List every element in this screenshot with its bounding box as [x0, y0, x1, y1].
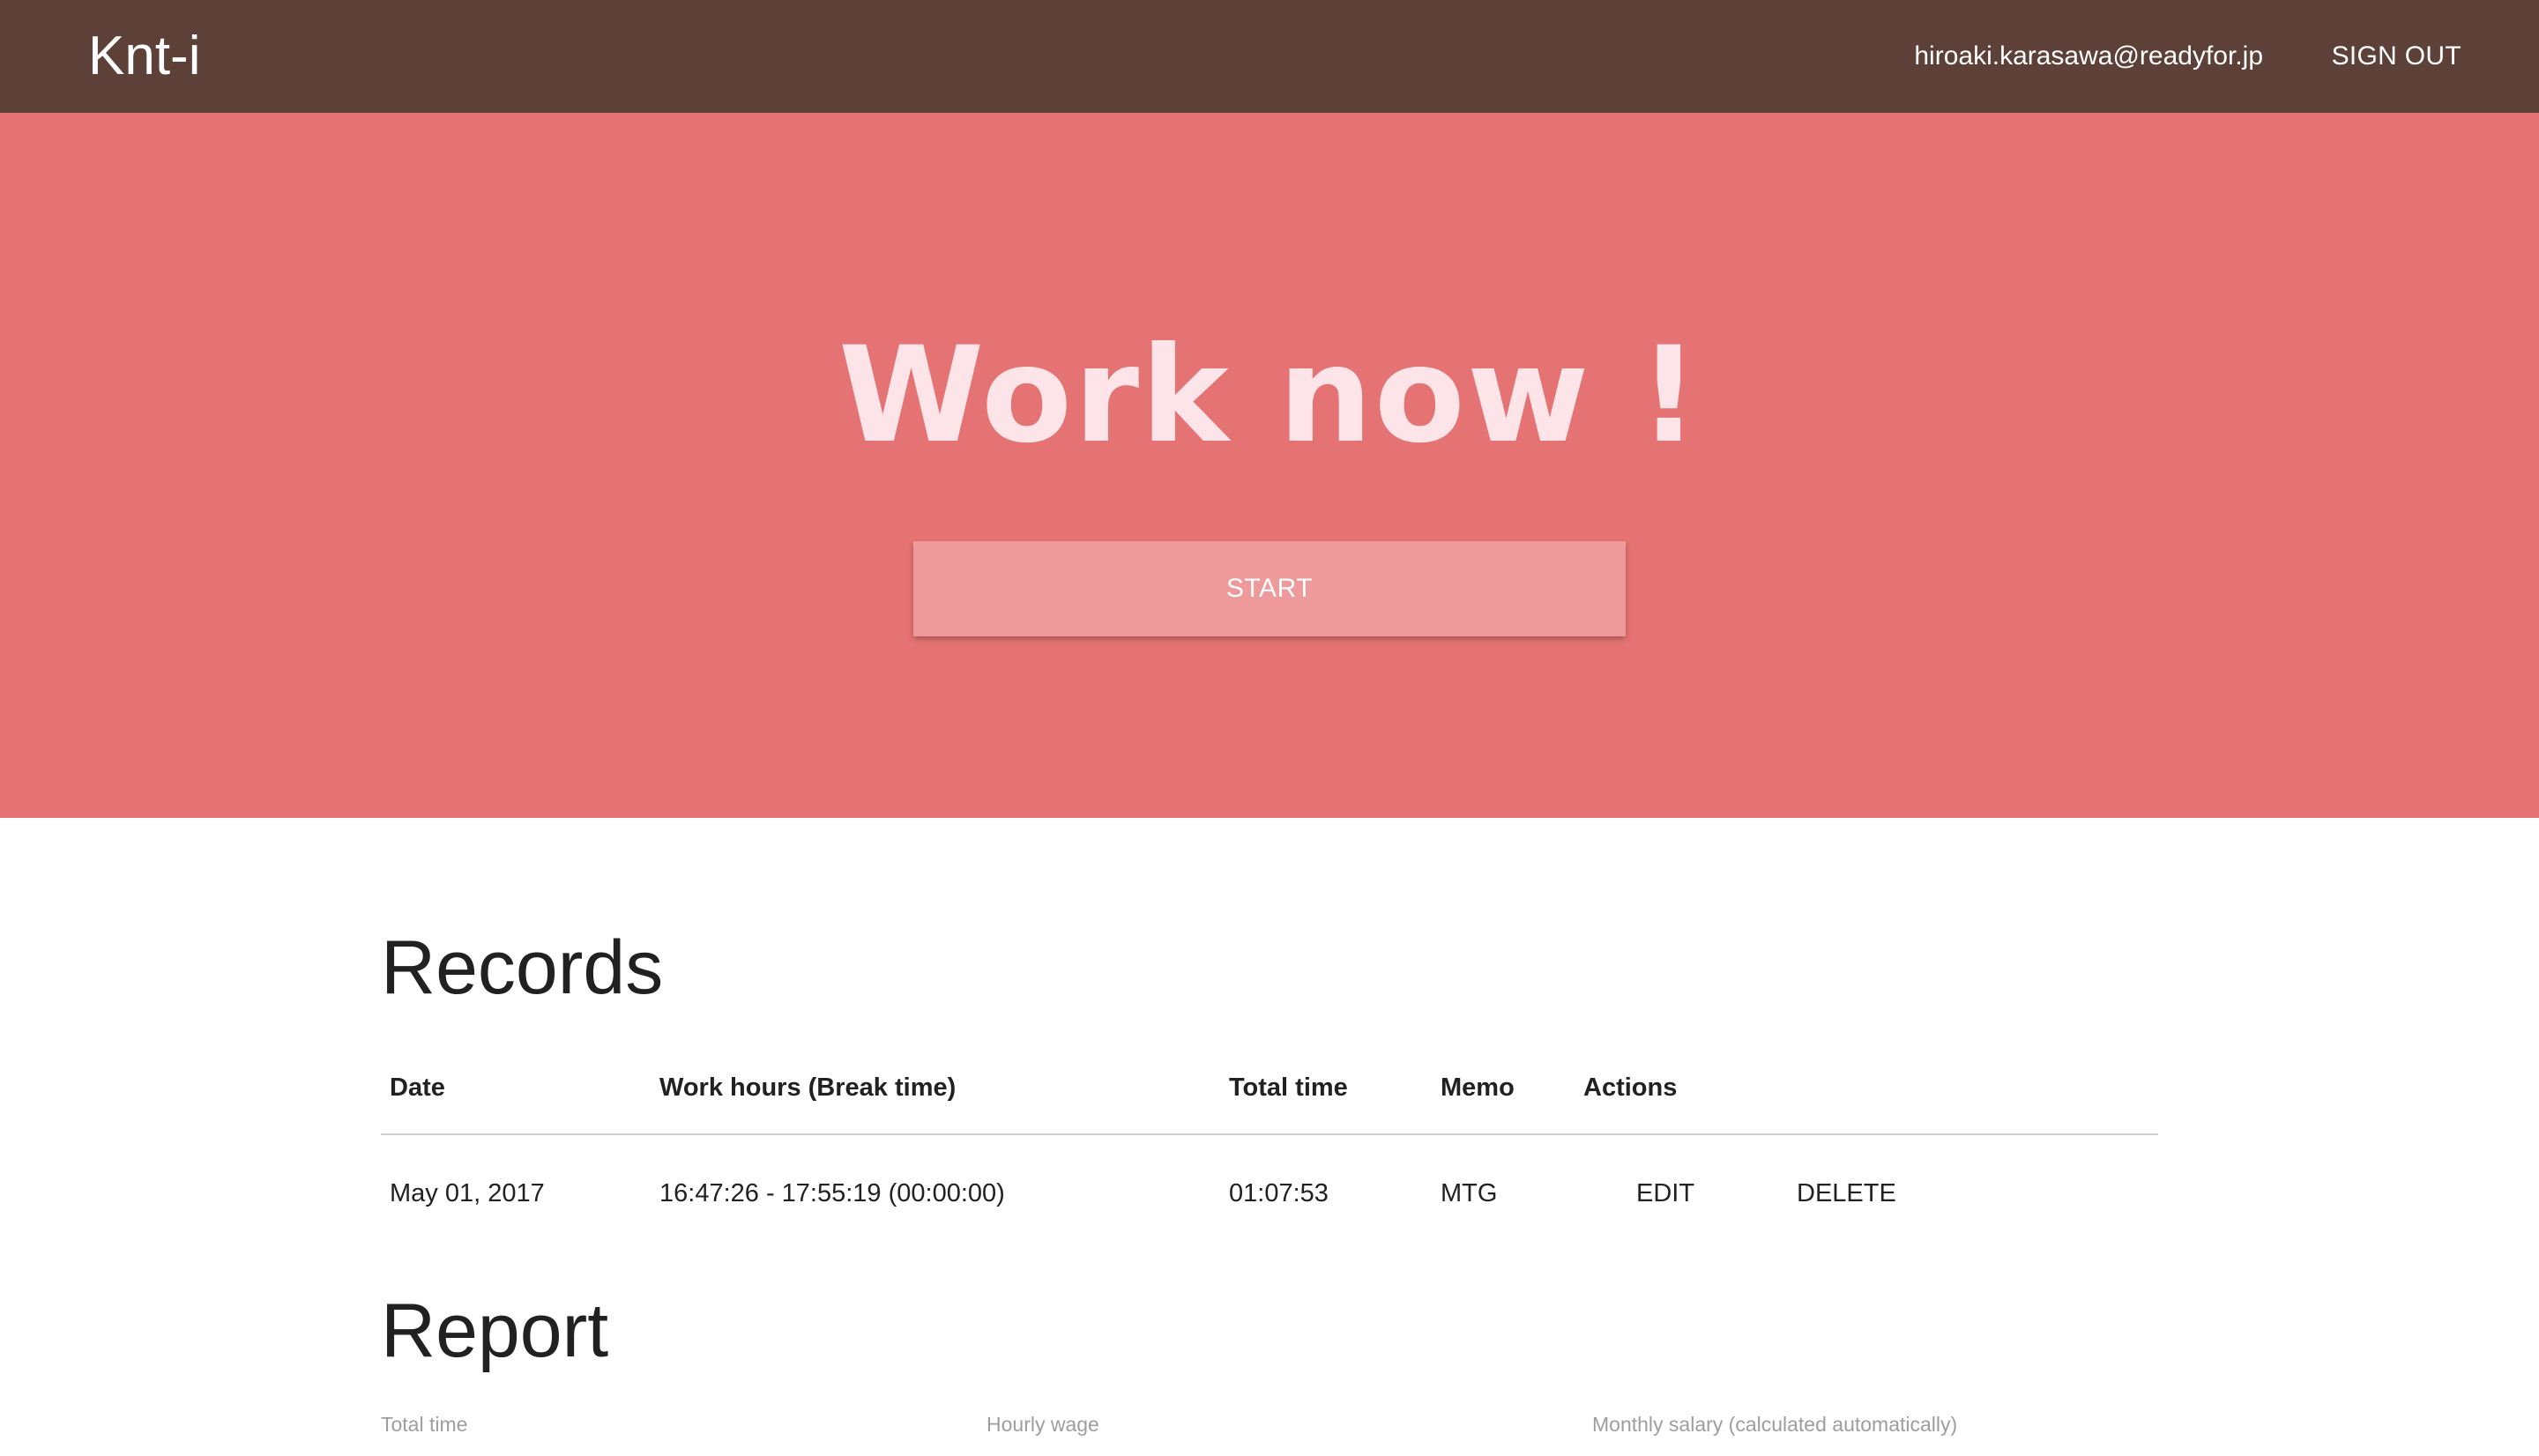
cell-memo: MTG [1441, 1179, 1498, 1207]
report-monthly-salary-label: Monthly salary (calculated automatically… [1592, 1413, 1958, 1436]
hero-banner: Work now ! START [0, 113, 2539, 818]
cell-date: May 01, 2017 [390, 1179, 545, 1207]
hero-title: Work now ! [838, 319, 1701, 472]
top-navbar: Knt-i hiroaki.karasawa@readyfor.jp SIGN … [0, 0, 2539, 113]
edit-button[interactable]: EDIT [1631, 1169, 1700, 1218]
column-header-date: Date [390, 1073, 445, 1102]
table-divider [381, 1133, 2158, 1135]
delete-button[interactable]: DELETE [1791, 1169, 1902, 1218]
report-title: Report [381, 1289, 609, 1373]
column-header-actions: Actions [1583, 1073, 1678, 1102]
column-header-memo: Memo [1441, 1073, 1515, 1102]
records-title: Records [381, 925, 664, 1010]
start-button[interactable]: START [913, 541, 1626, 636]
cell-total-time: 01:07:53 [1229, 1179, 1329, 1207]
sign-out-link[interactable]: SIGN OUT [2332, 35, 2461, 78]
report-total-time-label: Total time [381, 1413, 468, 1436]
column-header-total-time: Total time [1229, 1073, 1348, 1102]
cell-work-hours: 16:47:26 - 17:55:19 (00:00:00) [659, 1179, 1005, 1207]
column-header-work-hours: Work hours (Break time) [659, 1073, 957, 1102]
report-hourly-wage-label: Hourly wage [987, 1413, 1099, 1436]
brand-logo-link[interactable]: Knt-i [88, 19, 200, 93]
user-email: hiroaki.karasawa@readyfor.jp [1914, 41, 2263, 71]
